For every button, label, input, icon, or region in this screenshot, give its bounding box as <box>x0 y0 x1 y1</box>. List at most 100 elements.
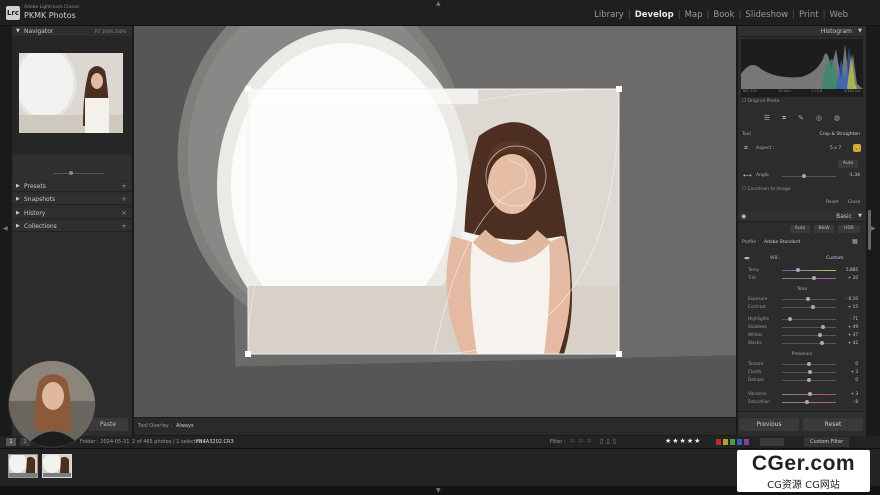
healing-icon[interactable]: ✎ <box>798 114 804 122</box>
triangle-down-icon: ▼ <box>858 28 862 34</box>
crop-icon[interactable]: ⌗ <box>782 114 786 123</box>
presets-header[interactable]: ▶ Presets + <box>12 181 132 192</box>
module-slideshow[interactable]: Slideshow <box>741 10 792 20</box>
film-thumbnail[interactable]: ★★★★★ <box>8 454 38 478</box>
histogram-meta: ISO 100 35 mm f / 2.8 1/160 sec <box>743 89 861 93</box>
saturation-slider[interactable]: Saturation - 8 <box>738 399 866 407</box>
folder-path[interactable]: Folder : 2024-05-31 <box>80 436 129 448</box>
module-web[interactable]: Web <box>825 10 852 20</box>
dehaze-slider[interactable]: Dehaze 0 <box>738 377 866 385</box>
module-map[interactable]: Map <box>681 10 707 20</box>
clear-history-icon[interactable]: × <box>121 208 127 219</box>
level-icon[interactable]: ⟷ <box>743 172 752 179</box>
treatment-auto-button[interactable]: Auto <box>790 225 810 233</box>
collections-header[interactable]: ▶ Collections + <box>12 221 132 232</box>
toolbar: Tool Overlay : Always <box>134 418 736 435</box>
collapse-top-arrow-icon[interactable]: ▲ <box>436 0 441 7</box>
basic-header[interactable]: ◉ Basic ▼ <box>738 211 866 222</box>
custom-filter-select[interactable]: Custom Filter <box>804 437 850 447</box>
profile-browser-icon[interactable]: ▦ <box>852 238 858 245</box>
tone-curve-header[interactable] <box>738 411 866 417</box>
navigator-preview[interactable] <box>12 38 132 154</box>
right-panel-scrollbar[interactable] <box>868 210 871 250</box>
constrain-checkbox[interactable]: ☐ Constrain to Image <box>742 187 791 192</box>
tool-label: Tool <box>742 132 751 137</box>
module-library[interactable]: Library <box>590 10 628 20</box>
color-filter[interactable] <box>716 439 756 445</box>
tool-overlay-select[interactable]: Always <box>176 423 194 429</box>
photo-count: 2 of 465 photos / 1 selected / <box>132 439 206 445</box>
masking-icon[interactable]: ◍ <box>834 114 840 122</box>
contrast-slider[interactable]: Contrast + 15 <box>738 304 866 312</box>
crop-reset-button[interactable]: Reset <box>826 200 839 205</box>
aspect-label: Aspect : <box>756 146 775 151</box>
tool-strip: ☰ ⌗ ✎ ◎ ◍ <box>738 109 866 127</box>
history-header[interactable]: ▶ History × <box>12 208 132 219</box>
view-1-button[interactable]: 1 <box>6 438 16 446</box>
paste-button[interactable]: Paste <box>88 418 128 431</box>
reset-button[interactable]: Reset <box>803 418 863 431</box>
collapse-right-arrow-icon[interactable]: ▶ <box>871 225 876 232</box>
app-subtitle: Adobe Lightroom Classic <box>24 5 80 10</box>
profile-select[interactable]: Adobe Standard <box>764 240 800 245</box>
angle-slider-knob[interactable] <box>802 174 806 178</box>
blacks-slider[interactable]: Blacks + 42 <box>738 340 866 348</box>
previous-button[interactable]: Previous <box>739 418 799 431</box>
flag-filter-icons[interactable]: ⚐⚐⚐ ▯▯▯ <box>570 436 619 448</box>
triangle-right-icon: ▶ <box>16 210 20 216</box>
navigator-thumbnail[interactable] <box>19 53 123 133</box>
original-photo-checkbox[interactable]: ☐ Original Photo <box>742 99 779 104</box>
right-panel: Histogram ▼ ISO 100 35 mm f / 2.8 1/160 sec … <box>738 26 866 436</box>
treatment-bw-button[interactable]: B&W <box>814 225 834 233</box>
whites-slider[interactable]: Whites + 37 <box>738 332 866 340</box>
module-develop[interactable]: Develop <box>631 10 678 20</box>
wb-select[interactable]: Custom <box>826 256 843 261</box>
temp-slider[interactable]: Temp 5,885 <box>738 267 866 275</box>
shadows-slider[interactable]: Shadows + 49 <box>738 324 866 332</box>
edit-sliders-icon[interactable]: ☰ <box>764 114 770 122</box>
add-collection-icon[interactable]: + <box>121 221 127 232</box>
crop-auto-button[interactable]: Auto <box>838 160 858 168</box>
triangle-down-icon: ▼ <box>858 213 862 219</box>
add-snapshot-icon[interactable]: + <box>121 194 127 205</box>
treatment-hdr-button[interactable]: HDR <box>838 225 860 233</box>
filter-label: Filter : <box>550 439 566 445</box>
module-book[interactable]: Book <box>709 10 738 20</box>
collapse-left-arrow-icon[interactable]: ◀ <box>3 225 8 232</box>
photo-canvas[interactable] <box>134 26 736 417</box>
file-name[interactable]: FN4A3202.CR3 <box>196 436 234 448</box>
crop-frame-icon[interactable]: ⌗ <box>744 144 748 153</box>
watermark-line1: CGer.com <box>751 452 856 475</box>
navigator-header[interactable]: ▼ Navigator FIT 100% 200% <box>12 26 132 37</box>
preview-slider-knob[interactable] <box>69 171 73 175</box>
exposure-slider[interactable]: Exposure - 0.10 <box>738 296 866 304</box>
clarity-slider[interactable]: Clarity + 3 <box>738 369 866 377</box>
filter-toggle[interactable] <box>760 438 784 446</box>
star-filter[interactable]: ★★★★★ <box>665 435 701 447</box>
collapse-bottom-arrow-icon[interactable]: ▼ <box>436 487 441 494</box>
eye-icon[interactable]: ◉ <box>741 211 746 222</box>
aspect-select[interactable]: 5 x 7 <box>830 146 841 151</box>
eyedropper-icon[interactable]: ✒ <box>744 254 751 263</box>
navigator-zoom[interactable]: FIT 100% 200% <box>95 26 126 37</box>
vibrance-slider[interactable]: Vibrance + 3 <box>738 391 866 399</box>
red-eye-icon[interactable]: ◎ <box>816 114 822 122</box>
histogram-header[interactable]: Histogram ▼ <box>738 26 866 37</box>
crop-close-button[interactable]: Close <box>848 200 860 205</box>
texture-slider[interactable]: Texture 0 <box>738 361 866 369</box>
add-preset-icon[interactable]: + <box>121 181 127 192</box>
angle-slider-track[interactable] <box>782 176 836 177</box>
film-thumbnail-selected[interactable]: ★★★★★ <box>42 454 72 478</box>
top-bar: Lrc Adobe Lightroom Classic PKMK Photos … <box>0 0 880 26</box>
profile-label: Profile : <box>742 240 759 245</box>
crop-straighten-label: Crop & Straighten <box>819 132 860 137</box>
snapshots-header[interactable]: ▶ Snapshots + <box>12 194 132 205</box>
presence-section-label: Presence <box>791 352 813 357</box>
angle-value[interactable]: -1.34 <box>848 173 860 178</box>
lock-icon[interactable]: 🔒 <box>853 144 861 152</box>
highlights-slider[interactable]: Highlights - 71 <box>738 316 866 324</box>
histogram[interactable]: ISO 100 35 mm f / 2.8 1/160 sec <box>741 39 863 97</box>
triangle-right-icon: ▶ <box>16 223 20 229</box>
tint-slider[interactable]: Tint + 20 <box>738 275 866 283</box>
module-print[interactable]: Print <box>795 10 823 20</box>
